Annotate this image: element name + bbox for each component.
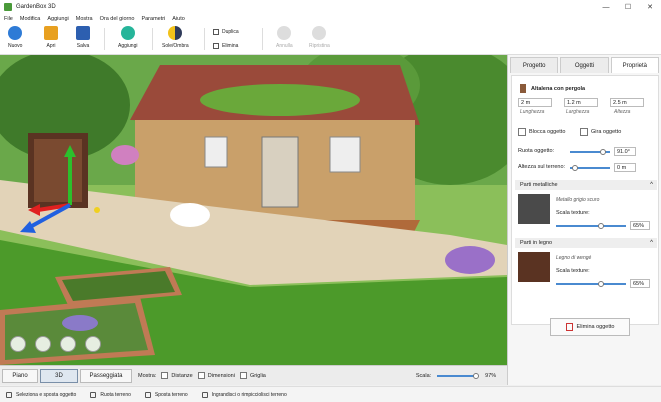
minimize-button[interactable]: — xyxy=(595,0,617,14)
wood-texture-label: Scala texture: xyxy=(556,268,590,274)
width-field[interactable]: 1.2 m xyxy=(564,98,598,107)
pan-nav-button[interactable] xyxy=(35,336,51,352)
blocca-checkbox[interactable]: Blocca oggetto xyxy=(518,128,565,136)
passeggiata-button[interactable]: Passeggiata xyxy=(80,368,132,383)
menu-bar: File Modifica Aggiungi Mostra Ora del gi… xyxy=(0,14,661,24)
add-icon xyxy=(120,26,135,40)
new-icon xyxy=(8,26,23,40)
menu-file[interactable]: File xyxy=(4,16,13,22)
redo-icon xyxy=(312,26,327,40)
scala-slider[interactable] xyxy=(437,372,479,380)
menu-modifica[interactable]: Modifica xyxy=(20,16,40,22)
toolbar: Nuovo Apri Salva Aggiungi Sole/Ombra Dup… xyxy=(0,24,661,55)
nuovo-button[interactable]: Nuovo xyxy=(8,26,22,49)
gira-checkbox[interactable]: Gira oggetto xyxy=(580,128,621,136)
mostra-label: Mostra: xyxy=(138,372,157,379)
status-zoom: Ingrandisci o rimpicciolisci terreno xyxy=(201,391,287,398)
ripristina-button[interactable]: Ripristina xyxy=(309,26,330,49)
object-title: Altalena con pergola xyxy=(520,84,585,93)
orbit-nav-button[interactable] xyxy=(10,336,26,352)
status-bar: Seleziona e sposta oggetto Ruota terreno… xyxy=(0,386,661,402)
piano-button[interactable]: Piano xyxy=(2,368,38,383)
metal-texture-label: Scala texture: xyxy=(556,210,590,216)
save-icon xyxy=(76,26,90,40)
garden-scene xyxy=(0,55,507,365)
ruota-label: Ruota oggetto: xyxy=(518,148,555,154)
menu-parametri[interactable]: Parametri xyxy=(141,16,165,22)
menu-mostra[interactable]: Mostra xyxy=(76,16,93,22)
elimina-button[interactable]: Elimina xyxy=(213,43,238,49)
scala-label: Scala: xyxy=(415,372,432,379)
scala-value: 97% xyxy=(485,372,497,379)
undo-icon xyxy=(277,26,292,40)
trash-icon xyxy=(565,323,573,331)
rotate-icon xyxy=(90,391,97,398)
3d-button[interactable]: 3D xyxy=(40,368,78,383)
aggiungi-button[interactable]: Aggiungi xyxy=(118,26,137,49)
folder-icon xyxy=(44,26,58,40)
tab-oggetti[interactable]: Oggetti xyxy=(560,57,609,73)
distanze-checkbox[interactable]: Distanze xyxy=(161,372,193,379)
app-icon xyxy=(4,3,12,11)
altezza-value[interactable]: 0 m xyxy=(614,163,636,172)
metal-texture-value[interactable]: 65% xyxy=(630,221,650,230)
metal-swatch[interactable] xyxy=(518,194,550,224)
duplicate-icon xyxy=(213,29,219,35)
section-metalliche[interactable]: Parti metalliche ^ xyxy=(515,180,657,190)
properties-panel: Progetto Oggetti Proprietà Altalena con … xyxy=(507,55,661,385)
window-title: GardenBox 3D xyxy=(16,4,56,10)
menu-aggiungi[interactable]: Aggiungi xyxy=(47,16,68,22)
elimina-oggetto-button[interactable]: Elimina oggetto xyxy=(550,318,630,336)
close-button[interactable]: ✕ xyxy=(639,0,661,14)
status-select: Seleziona e sposta oggetto xyxy=(6,391,76,398)
metal-material-name: Metallo grigio scuro xyxy=(556,197,600,203)
maximize-button[interactable]: ☐ xyxy=(617,0,639,14)
ruota-value[interactable]: 91.0° xyxy=(614,147,636,156)
trash-icon xyxy=(213,43,219,49)
section-legno[interactable]: Parti in legno ^ xyxy=(515,238,657,248)
menu-aiuto[interactable]: Aiuto xyxy=(172,16,185,22)
menu-ora-del-giorno[interactable]: Ora del giorno xyxy=(100,16,135,22)
griglia-checkbox[interactable]: Griglia xyxy=(239,372,266,379)
sole-ombra-button[interactable]: Sole/Ombra xyxy=(162,26,189,49)
wood-swatch[interactable] xyxy=(518,252,550,282)
view-bar: Piano 3D Passeggiata Mostra: Distanze Di… xyxy=(0,365,507,385)
wood-material-name: Legno di wengé xyxy=(556,255,592,261)
wood-texture-value[interactable]: 65% xyxy=(630,279,650,288)
duplica-button[interactable]: Duplica xyxy=(213,29,239,35)
status-rotate: Ruota terreno xyxy=(90,391,131,398)
salva-button[interactable]: Salva xyxy=(76,26,90,49)
3d-viewport[interactable] xyxy=(0,55,507,365)
properties-body: Altalena con pergola 2 m 1.2 m 2.5 m Lun… xyxy=(511,75,659,336)
pan-icon xyxy=(144,391,151,398)
zoom-icon xyxy=(201,391,208,398)
chevron-up-icon: ^ xyxy=(650,182,653,188)
width-label: Larghezza xyxy=(566,109,590,115)
apri-button[interactable]: Apri xyxy=(44,26,58,49)
height-label: Altezza xyxy=(614,109,631,115)
swing-icon xyxy=(520,84,526,93)
tab-progetto[interactable]: Progetto xyxy=(510,57,559,73)
chevron-up-icon: ^ xyxy=(650,240,653,246)
title-bar: GardenBox 3D — ☐ ✕ xyxy=(0,0,661,14)
sun-shade-icon xyxy=(168,26,183,40)
length-label: Lunghezza xyxy=(520,109,545,115)
tab-proprieta[interactable]: Proprietà xyxy=(610,57,659,73)
dimensioni-checkbox[interactable]: Dimensioni xyxy=(197,372,235,379)
edit-nav-button[interactable] xyxy=(60,336,76,352)
status-pan: Sposta terreno xyxy=(144,391,188,398)
annulla-button[interactable]: Annulla xyxy=(276,26,293,49)
length-field[interactable]: 2 m xyxy=(518,98,552,107)
altezza-label: Altezza sul terreno: xyxy=(518,164,566,170)
walk-nav-button[interactable] xyxy=(85,336,101,352)
cursor-icon xyxy=(6,391,12,398)
height-field[interactable]: 2.5 m xyxy=(610,98,644,107)
